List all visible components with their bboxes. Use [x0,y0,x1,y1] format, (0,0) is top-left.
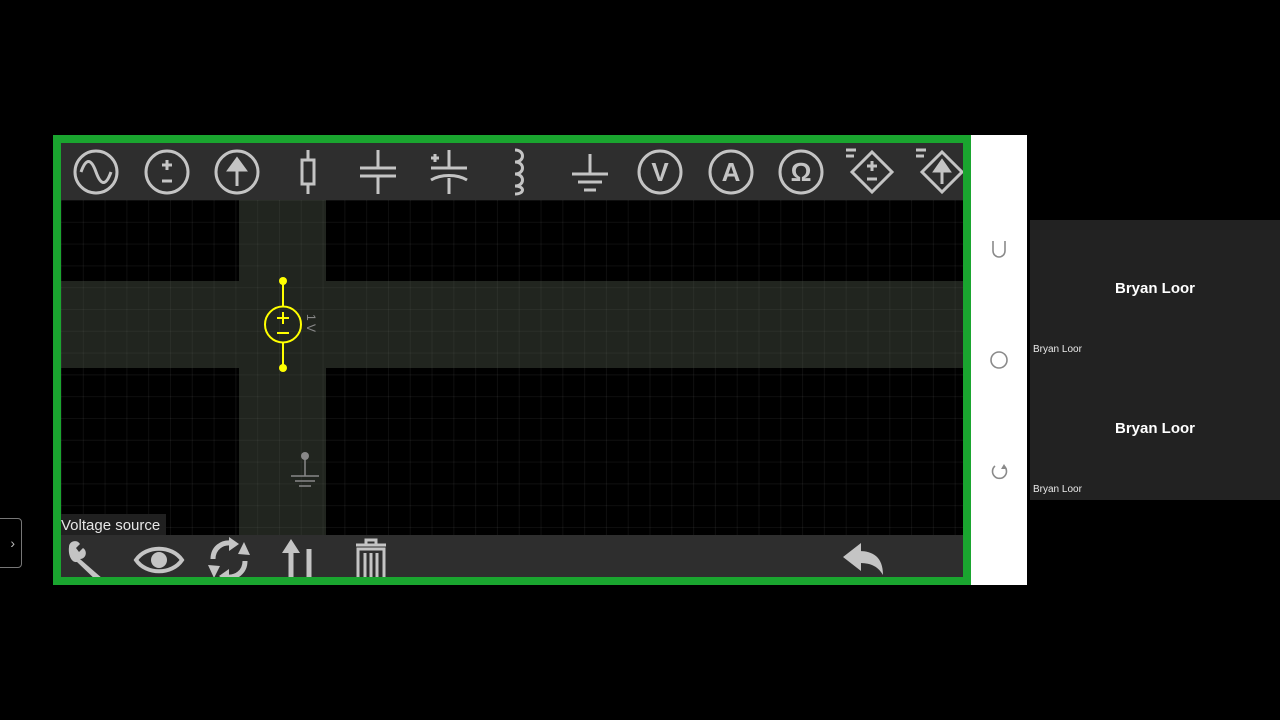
undo-button[interactable] [834,535,894,577]
terminal-bottom[interactable] [279,364,287,372]
diamond-arrow-icon [916,148,963,194]
circuit-canvas[interactable]: 1 V [61,200,963,535]
ammeter-icon: A [708,149,754,194]
recents-icon [992,241,1006,258]
voltmeter-icon: V [637,149,683,194]
delete-button[interactable] [341,535,401,577]
participant-name: Bryan Loor [1114,280,1195,297]
ground-icon [571,153,608,191]
ground-component[interactable] [291,452,319,487]
component-value-label: 1 V [304,314,318,332]
settings-button[interactable] [61,535,118,577]
svg-text:A: A [721,157,740,187]
inductor-icon [515,148,525,195]
flip-button[interactable] [270,535,330,577]
component-toolbar: V A Ω [61,143,963,200]
back-button[interactable] [985,458,1013,486]
home-button[interactable] [985,346,1013,374]
eye-icon [133,546,185,574]
ground-tool[interactable] [555,143,626,200]
sidebar-toggle-button[interactable]: › [0,518,22,568]
participant-label: Bryan Loor [1033,344,1082,355]
ohmmeter-icon: Ω [778,149,824,194]
sine-icon [73,149,119,194]
circuit-app-window: V A Ω 1 V Voltage source [53,135,971,585]
chevron-right-icon: › [10,535,15,551]
dependent-current-source-tool[interactable] [907,143,963,200]
capacitor-icon [360,149,397,194]
plus-minus-circle-icon [144,149,190,194]
trash-icon [356,538,386,577]
wrench-icon [68,541,101,577]
home-circle-icon [990,351,1008,369]
participant-tile[interactable]: Bryan Loor Bryan Loor [1030,360,1280,500]
inductor-tool[interactable] [484,143,555,200]
participant-panel: Bryan Loor Bryan Loor Bryan Loor Bryan L… [1030,220,1280,500]
diamond-plus-minus-icon [845,148,894,194]
rotate-arrows-icon [208,537,250,577]
ammeter-tool[interactable]: A [696,143,767,200]
current-source-tool[interactable] [202,143,273,200]
polarized-capacitor-icon [429,149,468,194]
participant-label: Bryan Loor [1033,484,1082,495]
ohmmeter-tool[interactable]: Ω [766,143,837,200]
participant-tile[interactable]: Bryan Loor Bryan Loor [1030,220,1280,360]
android-nav-bar [971,135,1027,585]
action-toolbar [61,535,963,577]
voltmeter-tool[interactable]: V [625,143,696,200]
rotate-button[interactable] [199,535,259,577]
arrow-up-circle-icon [214,149,260,194]
back-icon [991,464,1008,480]
dependent-voltage-source-tool[interactable] [837,143,908,200]
recents-button[interactable] [985,234,1013,262]
undo-arrow-icon [843,543,883,575]
svg-text:Ω: Ω [791,157,812,187]
circuit-drawing: 1 V [264,277,319,487]
polarized-capacitor-tool[interactable] [414,143,485,200]
flip-arrow-icon [282,539,312,577]
voltage-source-component[interactable]: 1 V [264,277,318,372]
voltage-source-tool[interactable] [132,143,203,200]
resistor-icon [300,149,316,194]
svg-text:V: V [652,157,670,187]
terminal-top[interactable] [279,277,287,285]
participant-name: Bryan Loor [1114,420,1195,437]
ac-source-tool[interactable] [61,143,132,200]
resistor-tool[interactable] [273,143,344,200]
capacitor-tool[interactable] [343,143,414,200]
view-button[interactable] [129,535,189,577]
